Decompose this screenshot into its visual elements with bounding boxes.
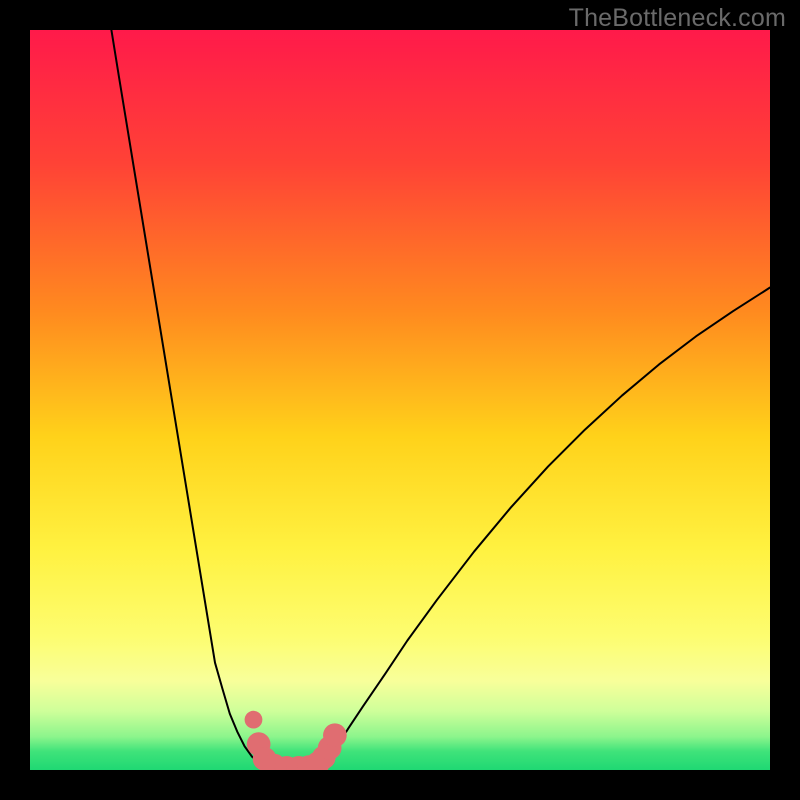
marker-dot xyxy=(323,723,347,747)
marker-dot xyxy=(245,711,263,729)
gradient-background xyxy=(30,30,770,770)
plot-area xyxy=(30,30,770,770)
watermark-text: TheBottleneck.com xyxy=(569,4,786,33)
bottleneck-chart xyxy=(30,30,770,770)
chart-frame: TheBottleneck.com xyxy=(0,0,800,800)
